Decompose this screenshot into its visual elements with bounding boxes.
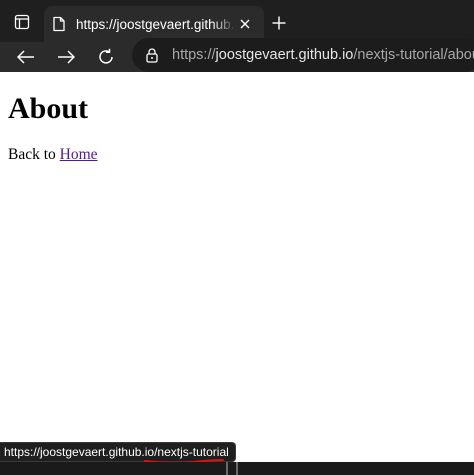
url-domain: joostgevaert.github.io	[215, 47, 354, 63]
arrow-right-icon	[58, 50, 75, 64]
tab-close-button[interactable]	[236, 15, 254, 33]
page-icon	[53, 16, 65, 32]
url-text[interactable]: https://joostgevaert.github.io/nextjs-tu…	[172, 47, 474, 63]
refresh-button[interactable]	[91, 42, 121, 72]
status-bubble: https://joostgevaert.github.io/nextjs-tu…	[0, 442, 236, 464]
taskbar-divider	[236, 462, 238, 475]
tab-strip: https://joostgevaert.github.io/nextjs-tu…	[0, 0, 474, 42]
url-scheme: https://	[172, 47, 216, 63]
new-tab-button[interactable]	[266, 10, 292, 36]
address-bar[interactable]: https://joostgevaert.github.io/nextjs-tu…	[132, 38, 474, 72]
back-button[interactable]	[11, 42, 41, 72]
forward-button[interactable]	[51, 42, 81, 72]
arrow-left-icon	[17, 50, 34, 64]
site-info-button[interactable]	[146, 47, 158, 63]
back-line: Back to Home	[8, 146, 98, 164]
tab-actions-icon	[14, 14, 30, 30]
taskbar	[0, 462, 474, 475]
close-icon	[240, 19, 250, 29]
url-path: /nextjs-tutorial/about	[353, 47, 474, 63]
tab-title: https://joostgevaert.github.io/nextjs-tu…	[76, 16, 236, 32]
taskbar-divider	[226, 462, 228, 475]
tab-actions-button[interactable]	[8, 10, 36, 34]
active-tab[interactable]: https://joostgevaert.github.io/nextjs-tu…	[44, 6, 264, 42]
browser-toolbar: https://joostgevaert.github.io/nextjs-tu…	[0, 38, 474, 72]
page-heading: About	[8, 92, 89, 125]
refresh-icon	[99, 48, 113, 64]
back-text: Back to	[8, 146, 60, 163]
page-content: About Back to Home	[0, 72, 474, 475]
plus-icon	[272, 16, 286, 30]
home-link[interactable]: Home	[60, 146, 98, 163]
lock-icon	[146, 47, 158, 63]
